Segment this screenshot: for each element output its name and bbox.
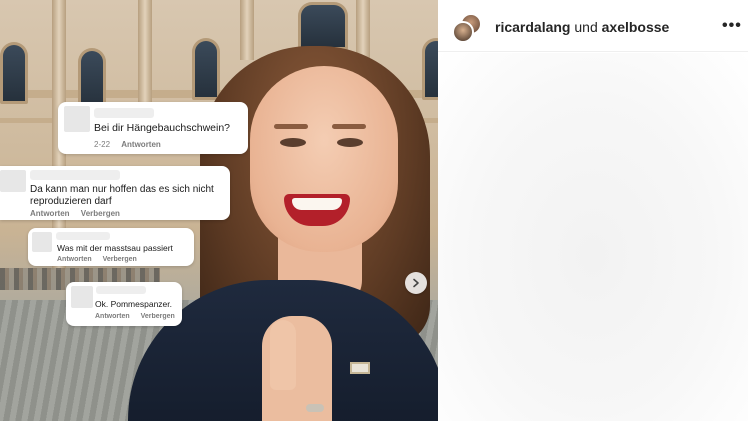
comments-area-blurred	[438, 53, 748, 421]
more-horizontal-icon: •••	[722, 17, 742, 34]
teeth	[292, 198, 342, 210]
reply-link[interactable]: Antworten	[30, 209, 70, 218]
reply-link[interactable]: Antworten	[95, 313, 130, 320]
comment-card: Da kann man nur hoffen das es sich nicht…	[0, 166, 230, 220]
window	[298, 2, 348, 50]
post-header: ricardalang und axelbosse •••	[438, 0, 748, 52]
avatar	[452, 21, 474, 43]
hide-link[interactable]: Verbergen	[103, 256, 137, 263]
window	[78, 48, 106, 110]
reply-link[interactable]: Antworten	[121, 140, 161, 149]
comment-username	[56, 232, 110, 240]
chevron-right-icon	[413, 278, 419, 288]
window	[422, 38, 438, 100]
comment-meta: Antworten Verbergen	[57, 256, 146, 263]
comment-text: Bei dir Hängebauchschwein?	[94, 122, 231, 134]
eyebrow	[274, 124, 308, 129]
raised-finger	[270, 320, 296, 390]
comment-meta: 2-22 Antworten	[94, 140, 170, 149]
comment-avatar	[71, 286, 93, 308]
author-link[interactable]: axelbosse	[602, 19, 670, 35]
comment-avatar	[0, 170, 26, 192]
post-side-panel: ricardalang und axelbosse •••	[438, 0, 748, 421]
post-photo: Bei dir Hängebauchschwein? 2-22 Antworte…	[0, 0, 438, 421]
collab-avatars[interactable]	[452, 13, 482, 43]
comment-date: 2-22	[94, 140, 111, 149]
post-authors: ricardalang und axelbosse	[495, 19, 669, 35]
eye	[337, 138, 363, 147]
hide-link[interactable]: Verbergen	[81, 209, 120, 218]
comment-username	[94, 108, 154, 118]
author-link[interactable]: ricardalang	[495, 19, 570, 35]
comment-username	[30, 170, 120, 180]
comment-text: Da kann man nur hoffen das es sich nicht…	[30, 184, 214, 207]
comment-avatar	[32, 232, 52, 252]
eye	[280, 138, 306, 147]
comment-meta: Antworten Verbergen	[95, 313, 181, 320]
comment-avatar	[64, 106, 90, 132]
window	[0, 42, 28, 104]
comment-card: Was mit der masstsau passiert Antworten …	[28, 228, 194, 266]
column	[138, 0, 152, 110]
necklace-pendant	[350, 362, 370, 374]
comment-meta: Antworten Verbergen	[30, 209, 129, 218]
ring	[306, 404, 324, 412]
comment-text: Was mit der masstsau passiert	[57, 243, 173, 253]
more-options-button[interactable]: •••	[722, 18, 742, 34]
comment-username	[96, 286, 146, 294]
carousel-next-button[interactable]	[405, 272, 427, 294]
reply-link[interactable]: Antworten	[57, 256, 92, 263]
column	[240, 0, 254, 60]
window	[192, 38, 220, 100]
comment-text: Ok. Pommespanzer.	[95, 299, 173, 309]
author-connector: und	[574, 19, 598, 35]
comment-card: Ok. Pommespanzer. Antworten Verbergen	[66, 282, 182, 326]
eyebrow	[332, 124, 366, 129]
hide-link[interactable]: Verbergen	[141, 313, 175, 320]
comment-card: Bei dir Hängebauchschwein? 2-22 Antworte…	[58, 102, 248, 154]
